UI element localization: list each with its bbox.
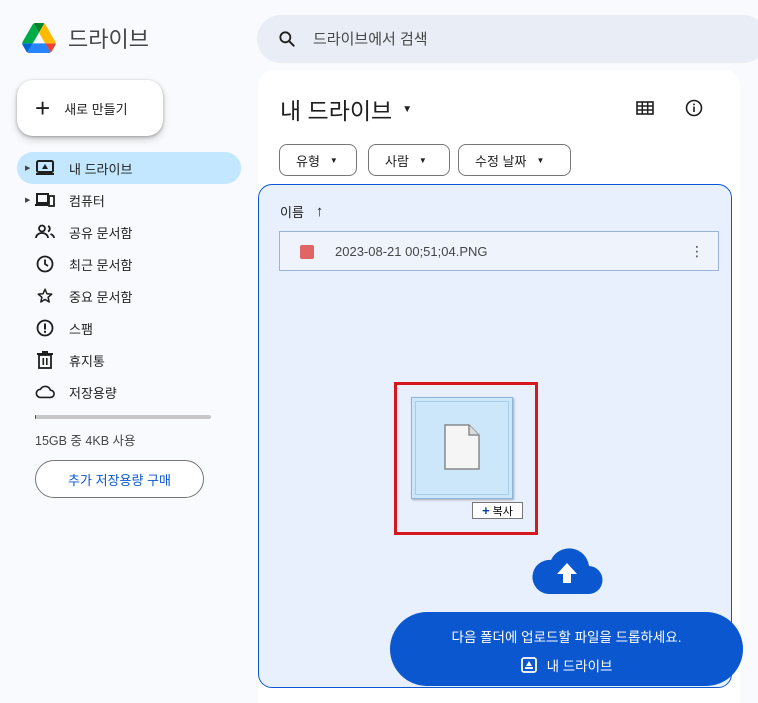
file-name: 2023-08-21 00;51;04.PNG xyxy=(335,243,488,259)
sidebar-item-label: 스팸 xyxy=(69,321,93,337)
filter-chip-label: 사람 xyxy=(385,153,409,169)
image-file-icon xyxy=(300,245,314,259)
sidebar-item-label: 컴퓨터 xyxy=(69,193,105,209)
chevron-down-icon: ▼ xyxy=(329,155,338,165)
filter-people-chip[interactable]: 사람 ▼ xyxy=(368,144,450,176)
copy-label: 복사 xyxy=(492,505,513,518)
toast-message: 다음 폴더에 업로드할 파일을 드롭하세요. xyxy=(451,630,682,645)
plus-icon: + xyxy=(35,93,51,123)
drag-file-ghost xyxy=(411,397,513,499)
sidebar-item-label: 최근 문서함 xyxy=(69,257,133,273)
expand-caret-icon[interactable]: ▶ xyxy=(25,164,30,172)
star-icon xyxy=(35,286,55,306)
search-input[interactable] xyxy=(313,30,713,48)
column-header-label: 이름 xyxy=(280,205,304,220)
expand-caret-icon[interactable]: ▶ xyxy=(25,196,30,204)
storage-progress-fill xyxy=(35,415,36,419)
filter-modified-chip[interactable]: 수정 날짜 ▼ xyxy=(458,144,571,176)
my-drive-icon xyxy=(520,657,537,673)
chevron-down-icon: ▼ xyxy=(536,155,545,165)
search-bar[interactable] xyxy=(257,15,758,63)
upload-toast: 다음 폴더에 업로드할 파일을 드롭하세요. 내 드라이브 xyxy=(390,612,743,686)
new-button-label: 새로 만들기 xyxy=(64,101,128,117)
buy-storage-button[interactable]: 추가 저장용량 구매 xyxy=(35,460,204,498)
spam-icon xyxy=(35,318,55,338)
page-title-text: 내 드라이브 xyxy=(280,98,393,124)
sidebar-item-recent[interactable]: 최근 문서함 xyxy=(17,248,241,280)
app-name: 드라이브 xyxy=(68,27,149,52)
sidebar-item-label: 저장용량 xyxy=(69,385,117,401)
grid-view-icon[interactable] xyxy=(636,100,654,116)
cloud-icon xyxy=(35,382,55,402)
sort-arrow-up-icon[interactable]: ↑ xyxy=(316,203,324,220)
sidebar-item-storage[interactable]: 저장용량 xyxy=(17,376,241,408)
storage-progress-bar xyxy=(35,415,211,419)
sidebar-item-label: 공유 문서함 xyxy=(69,225,133,241)
drive-logo-icon xyxy=(22,23,56,53)
chevron-down-icon: ▼ xyxy=(402,103,413,115)
sidebar-item-shared[interactable]: 공유 문서함 xyxy=(17,216,241,248)
filter-type-chip[interactable]: 유형 ▼ xyxy=(279,144,357,176)
sidebar-item-label: 내 드라이브 xyxy=(69,161,133,177)
computer-icon xyxy=(35,190,55,210)
sidebar-item-label: 휴지통 xyxy=(69,353,105,369)
sidebar-item-my-drive[interactable]: ▶ 내 드라이브 xyxy=(17,152,241,184)
name-column-header[interactable]: 이름 ↑ xyxy=(280,202,323,221)
sidebar-item-spam[interactable]: 스팸 xyxy=(17,312,241,344)
filter-chip-label: 수정 날짜 xyxy=(475,153,527,169)
sidebar-item-starred[interactable]: 중요 문서함 xyxy=(17,280,241,312)
storage-usage-text: 15GB 중 4KB 사용 xyxy=(35,434,136,448)
copy-plus-icon: + xyxy=(482,503,490,518)
clock-icon xyxy=(35,254,55,274)
chevron-down-icon: ▼ xyxy=(418,155,427,165)
filter-chip-label: 유형 xyxy=(296,153,320,169)
toast-folder-name: 내 드라이브 xyxy=(546,659,613,674)
copy-badge: + 복사 xyxy=(472,502,523,519)
page-title[interactable]: 내 드라이브 ▼ xyxy=(280,92,412,126)
drive-logo[interactable]: 드라이브 xyxy=(22,22,149,54)
sidebar-nav: ▶ 내 드라이브 ▶ 컴퓨터 공유 문서함 최근 문서함 중요 문서함 스팸 휴… xyxy=(17,152,241,408)
sidebar-item-label: 중요 문서함 xyxy=(69,289,133,305)
info-icon[interactable] xyxy=(684,98,704,118)
search-icon[interactable] xyxy=(277,29,297,49)
trash-icon xyxy=(35,350,55,370)
upload-cloud-icon xyxy=(532,548,603,595)
document-icon xyxy=(444,424,480,470)
more-options-icon[interactable]: ⋮ xyxy=(690,243,704,260)
my-drive-icon xyxy=(35,158,55,178)
file-row[interactable]: 2023-08-21 00;51;04.PNG ⋮ xyxy=(279,231,719,271)
sidebar-item-trash[interactable]: 휴지통 xyxy=(17,344,241,376)
new-button[interactable]: + 새로 만들기 xyxy=(17,80,163,136)
toast-folder: 내 드라이브 xyxy=(390,655,743,675)
shared-icon xyxy=(35,222,55,242)
sidebar-item-computers[interactable]: ▶ 컴퓨터 xyxy=(17,184,241,216)
